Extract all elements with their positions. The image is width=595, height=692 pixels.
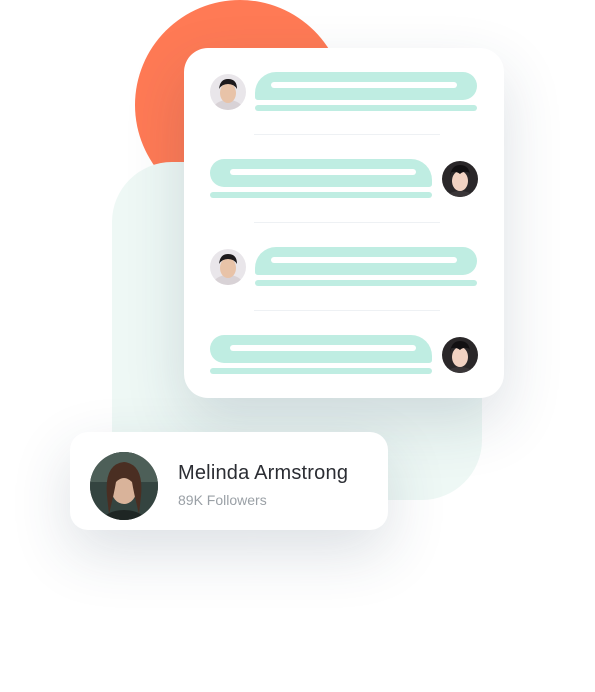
divider — [254, 134, 440, 135]
profile-card[interactable]: Melinda Armstrong 89K Followers — [70, 432, 388, 530]
message-subline — [255, 280, 477, 286]
divider — [254, 222, 440, 223]
message-bubble — [210, 159, 432, 187]
chat-message-incoming — [184, 72, 504, 116]
profile-name: Melinda Armstrong — [178, 462, 349, 484]
message-subline — [210, 368, 432, 374]
chat-message-outgoing — [184, 335, 504, 379]
profile-avatar — [90, 452, 158, 520]
chat-message-incoming — [184, 247, 504, 291]
female-avatar-icon — [442, 337, 478, 373]
message-bubble — [210, 335, 432, 363]
profile-followers: 89K Followers — [178, 492, 267, 508]
male-avatar-icon — [210, 249, 246, 285]
chat-message-outgoing — [184, 159, 504, 203]
message-subline — [210, 192, 432, 198]
divider — [254, 310, 440, 311]
message-bubble — [255, 247, 477, 275]
male-avatar-icon — [210, 74, 246, 110]
female-avatar-icon — [442, 161, 478, 197]
chat-card — [184, 48, 504, 398]
message-bubble — [255, 72, 477, 100]
message-subline — [255, 105, 477, 111]
